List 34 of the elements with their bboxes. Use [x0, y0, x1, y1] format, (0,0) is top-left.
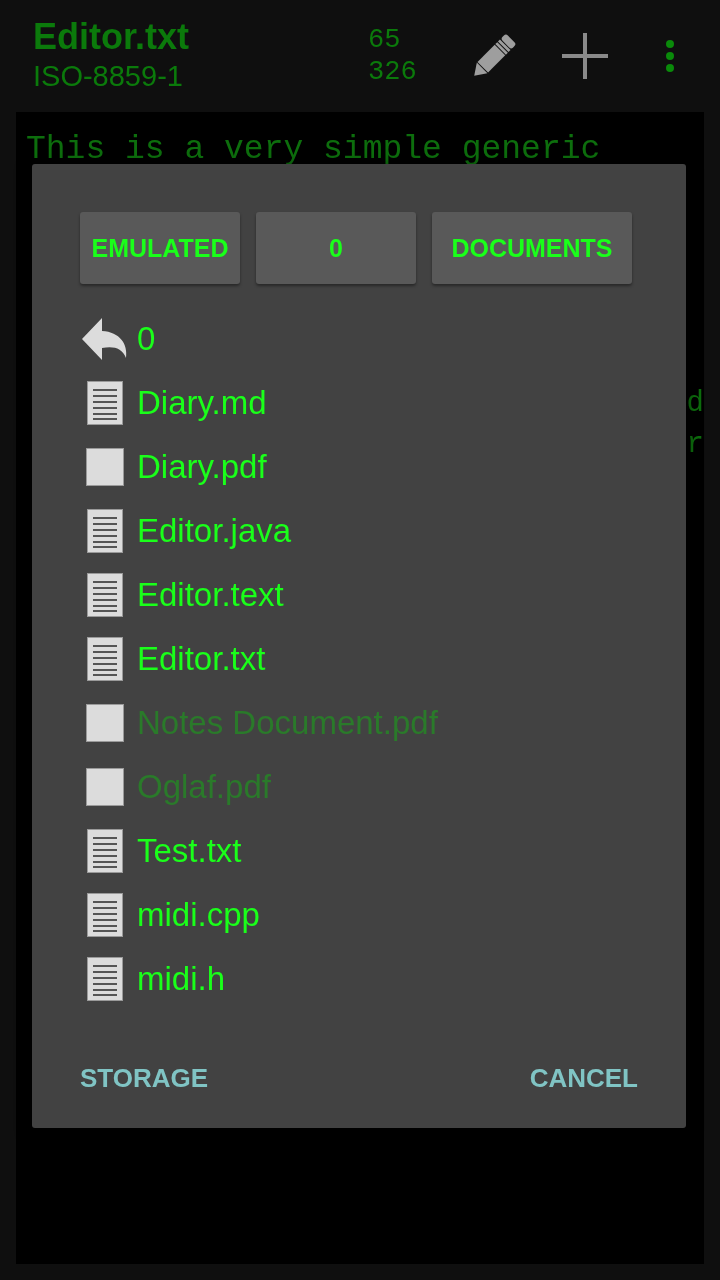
back-arrow-icon — [81, 318, 128, 360]
file-item[interactable]: Diary.pdf — [80, 435, 267, 499]
document-icon — [86, 573, 123, 617]
file-item[interactable]: Editor.java — [80, 499, 292, 563]
document-icon — [86, 637, 123, 681]
file-item[interactable]: Test.txt — [80, 819, 242, 883]
file-title: Editor.txt — [33, 17, 190, 57]
file-item[interactable]: Diary.md — [80, 371, 267, 435]
path-button[interactable]: DOCUMENTS — [432, 212, 632, 284]
blank-file-icon — [85, 448, 124, 486]
path-button[interactable]: 0 — [256, 212, 416, 284]
count-label: 65 — [368, 24, 402, 56]
editor-text: d — [686, 386, 704, 422]
file-item[interactable]: Editor.txt — [80, 627, 266, 691]
add-icon[interactable] — [560, 31, 610, 81]
path-button[interactable]: EMULATED — [80, 212, 240, 284]
document-icon — [86, 893, 123, 937]
dialog-button[interactable]: STORAGE — [80, 1063, 209, 1094]
editor-text: r — [686, 427, 704, 463]
more-icon[interactable] — [665, 39, 675, 73]
editor-text: This is a very simple generic — [25, 130, 601, 170]
document-icon — [86, 829, 123, 873]
blank-file-icon — [85, 768, 124, 806]
dialog-button[interactable]: CANCEL — [529, 1063, 638, 1094]
blank-file-icon — [85, 704, 124, 742]
document-icon — [86, 509, 123, 553]
document-icon — [86, 381, 123, 425]
encoding-label: ISO-8859-1 — [33, 59, 184, 94]
file-item[interactable]: 0 — [80, 307, 156, 371]
document-icon — [86, 957, 123, 1001]
file-item[interactable]: Editor.text — [80, 563, 284, 627]
count-label: 326 — [368, 56, 418, 88]
file-item[interactable]: midi.h — [80, 947, 226, 1011]
file-item[interactable]: midi.cpp — [80, 883, 260, 947]
